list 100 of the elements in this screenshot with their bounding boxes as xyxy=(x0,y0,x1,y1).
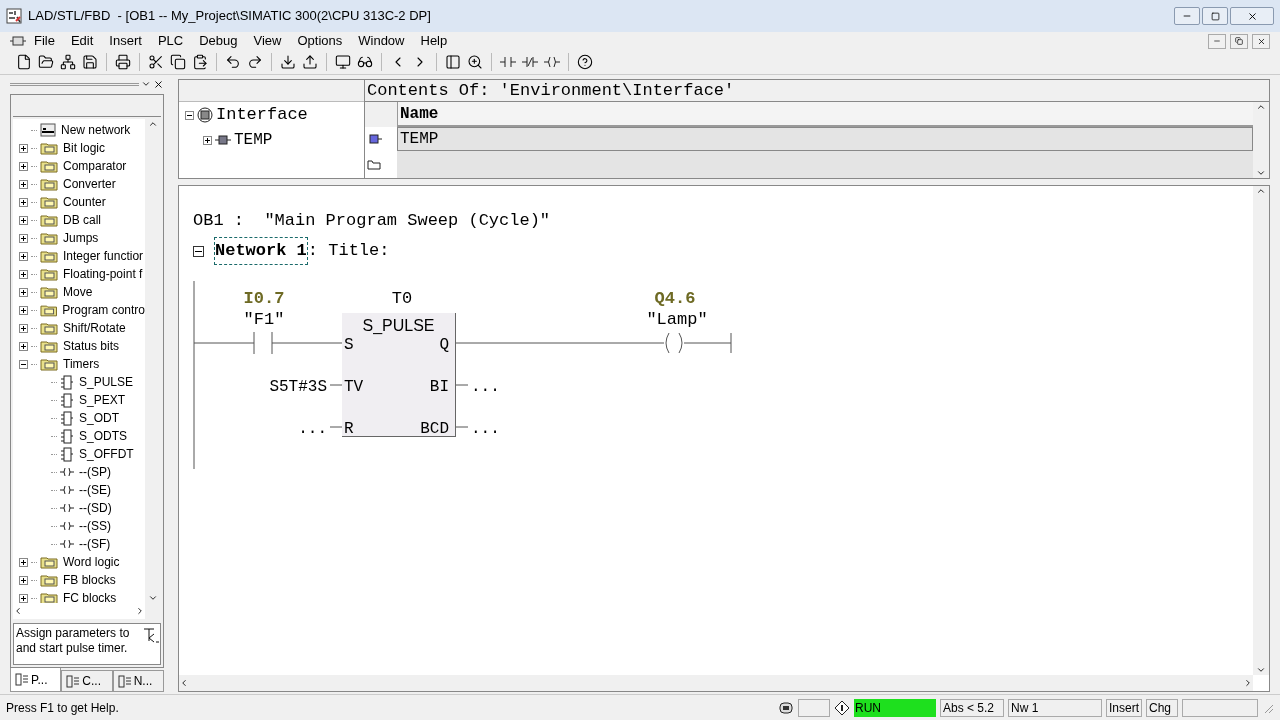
scroll-down-icon[interactable] xyxy=(148,593,158,603)
zoom-icon[interactable] xyxy=(467,54,483,70)
paste-icon[interactable] xyxy=(192,54,208,70)
menu-item[interactable]: Insert xyxy=(101,31,150,51)
print-icon[interactable] xyxy=(115,54,131,70)
collapse-icon[interactable] xyxy=(185,110,194,120)
expand-icon[interactable] xyxy=(19,287,28,297)
jump-icon[interactable] xyxy=(142,626,160,644)
menu-item[interactable]: View xyxy=(245,31,290,51)
copy-icon[interactable] xyxy=(170,54,186,70)
expand-icon[interactable] xyxy=(19,233,28,243)
expand-icon[interactable] xyxy=(19,251,28,261)
menu-item[interactable]: Help xyxy=(412,31,456,51)
coil-icon[interactable] xyxy=(544,55,560,69)
catalog-item[interactable]: Move xyxy=(61,283,93,301)
cut-icon[interactable] xyxy=(148,54,164,70)
expand-icon[interactable] xyxy=(19,143,28,153)
network-label[interactable]: Network 1 xyxy=(214,237,308,265)
open-folder-icon[interactable] xyxy=(38,54,54,70)
catalog-item[interactable]: Program contro xyxy=(60,301,145,319)
expand-icon[interactable] xyxy=(19,179,28,189)
download-icon[interactable] xyxy=(280,54,296,70)
scroll-down-icon[interactable] xyxy=(1256,665,1266,675)
help-icon[interactable] xyxy=(577,54,593,70)
catalog-item[interactable]: Converter xyxy=(61,175,116,193)
menu-item[interactable]: Debug xyxy=(191,31,246,51)
catalog-item[interactable]: S_ODT xyxy=(77,409,119,427)
catalog-item[interactable]: FB blocks xyxy=(61,571,116,589)
tree-item[interactable]: TEMP xyxy=(234,128,273,152)
scroll-up-icon[interactable] xyxy=(1256,186,1266,196)
vertical-scrollbar[interactable] xyxy=(1253,102,1269,178)
expand-icon[interactable] xyxy=(19,305,28,315)
upload-icon[interactable] xyxy=(302,54,318,70)
expand-icon[interactable] xyxy=(203,135,212,145)
expand-icon[interactable] xyxy=(19,575,28,585)
scroll-up-icon[interactable] xyxy=(1256,102,1266,112)
catalog-item[interactable]: --(SE) xyxy=(77,481,111,499)
panel-tab[interactable]: P... xyxy=(10,668,62,692)
scroll-up-icon[interactable] xyxy=(148,119,158,129)
minimize-button[interactable] xyxy=(1174,7,1200,25)
catalog-item[interactable]: S_PULSE xyxy=(77,373,134,391)
catalog-item[interactable]: S_PEXT xyxy=(77,391,126,409)
catalog-item[interactable]: Word logic xyxy=(61,553,120,571)
catalog-item[interactable]: S_OFFDT xyxy=(77,445,134,463)
catalog-item[interactable]: Jumps xyxy=(61,229,99,247)
expand-icon[interactable] xyxy=(19,197,28,207)
expand-icon[interactable] xyxy=(19,593,28,603)
document-menu-icon[interactable] xyxy=(10,35,26,47)
close-icon[interactable] xyxy=(153,78,164,90)
restore-document-button[interactable] xyxy=(1230,33,1248,49)
scroll-left-icon[interactable] xyxy=(13,606,23,616)
save-icon[interactable] xyxy=(82,54,98,70)
expand-icon[interactable] xyxy=(19,215,28,225)
scroll-right-icon[interactable] xyxy=(135,606,145,616)
catalog-item[interactable]: --(SS) xyxy=(77,517,111,535)
contact-icon[interactable] xyxy=(500,55,516,69)
catalog-item[interactable]: Floating-point f xyxy=(61,265,143,283)
catalog-item[interactable]: Comparator xyxy=(61,157,127,175)
maximize-button[interactable] xyxy=(1202,7,1228,25)
catalog-item[interactable]: Bit logic xyxy=(61,139,106,157)
expand-icon[interactable] xyxy=(19,161,28,171)
menu-item[interactable]: PLC xyxy=(149,31,192,51)
scroll-left-icon[interactable] xyxy=(179,678,189,688)
menu-item[interactable]: Options xyxy=(289,31,351,51)
tree-item[interactable]: Interface xyxy=(216,102,308,128)
expand-icon[interactable] xyxy=(19,269,28,279)
catalog-item[interactable]: FC blocks xyxy=(61,589,117,603)
monitor-icon[interactable] xyxy=(335,54,351,70)
glasses-icon[interactable] xyxy=(357,54,373,70)
menu-item[interactable]: Window xyxy=(350,31,413,51)
timer-block[interactable]: S_PULSE S TV R Q BI BCD xyxy=(342,313,456,437)
close-document-button[interactable] xyxy=(1252,33,1270,49)
catalog-item[interactable]: DB call xyxy=(61,211,101,229)
vertical-scrollbar[interactable] xyxy=(145,119,161,603)
expand-icon[interactable] xyxy=(19,557,28,567)
catalog-item[interactable]: New network xyxy=(59,121,131,139)
catalog-item[interactable]: S_ODTS xyxy=(77,427,127,445)
expand-icon[interactable] xyxy=(19,341,28,351)
column-header[interactable]: Name xyxy=(397,102,1253,127)
catalog-item[interactable]: --(SF) xyxy=(77,535,111,553)
panel-icon[interactable] xyxy=(445,54,461,70)
catalog-item[interactable]: Status bits xyxy=(61,337,120,355)
undo-icon[interactable] xyxy=(225,54,241,70)
collapse-icon[interactable] xyxy=(193,245,204,257)
menu-item[interactable]: Edit xyxy=(62,31,102,51)
vertical-scrollbar[interactable] xyxy=(1253,186,1269,675)
expand-icon[interactable] xyxy=(19,323,28,333)
collapse-icon[interactable] xyxy=(19,359,28,369)
panel-tab[interactable]: N... xyxy=(112,670,164,692)
catalog-item[interactable]: Shift/Rotate xyxy=(61,319,126,337)
negated-contact-icon[interactable] xyxy=(522,55,538,69)
scroll-down-icon[interactable] xyxy=(1256,168,1266,178)
redo-icon[interactable] xyxy=(247,54,263,70)
catalog-item[interactable]: --(SD) xyxy=(77,499,112,517)
network-icon[interactable] xyxy=(60,54,76,70)
menu-item[interactable]: File xyxy=(26,31,63,51)
table-cell[interactable]: TEMP xyxy=(397,127,1253,151)
dropdown-icon[interactable] xyxy=(141,79,151,89)
catalog-item[interactable]: --(SP) xyxy=(77,463,111,481)
scroll-right-icon[interactable] xyxy=(1243,678,1253,688)
